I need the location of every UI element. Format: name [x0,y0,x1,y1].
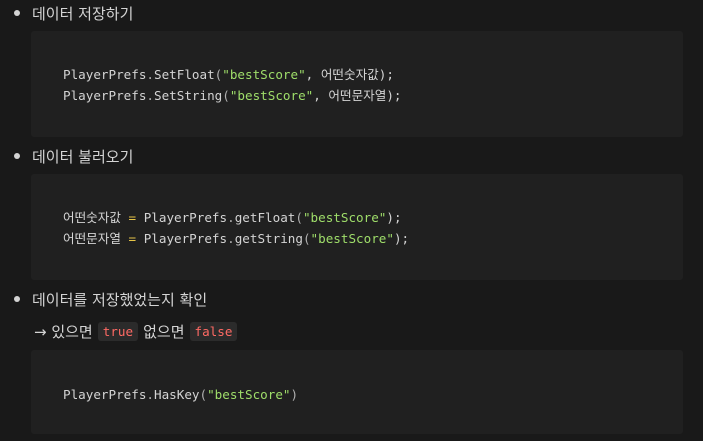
bullet-item-save-data: 데이터 저장하기 [11,1,133,25]
bullet-dot [14,153,20,159]
note-middle: 없으면 [143,322,185,341]
inline-code-false: false [189,321,238,341]
note-line: → 있으면 true 없으면 false [34,319,242,343]
code-line: PlayerPrefs.HasKey("bestScore") [63,387,299,402]
bullet-dot [14,296,20,302]
bullet-dot [14,10,20,16]
code-block-haskey[interactable]: PlayerPrefs.HasKey("bestScore") [31,350,683,434]
code-line: PlayerPrefs.SetString("bestScore", 어떤문자열… [63,88,402,103]
code-block-save[interactable]: PlayerPrefs.SetFloat("bestScore", 어떤숫자값)… [31,31,683,137]
bullet-item-load-data: 데이터 불러오기 [11,144,133,168]
code-block-load[interactable]: 어떤숫자값 = PlayerPrefs.getFloat("bestScore"… [31,174,683,280]
code-line: PlayerPrefs.SetFloat("bestScore", 어떤숫자값)… [63,67,394,82]
section-heading: 데이터를 저장했었는지 확인 [32,290,208,309]
code-line: 어떤숫자값 = PlayerPrefs.getFloat("bestScore"… [63,210,402,225]
section-heading: 데이터 저장하기 [32,4,134,23]
section-heading: 데이터 불러오기 [32,147,134,166]
inline-code-true: true [97,321,139,341]
bullet-item-check-data: 데이터를 저장했었는지 확인 [11,287,207,311]
code-line: 어떤문자열 = PlayerPrefs.getString("bestScore… [63,231,410,246]
note-prefix: → 있으면 [34,322,93,341]
